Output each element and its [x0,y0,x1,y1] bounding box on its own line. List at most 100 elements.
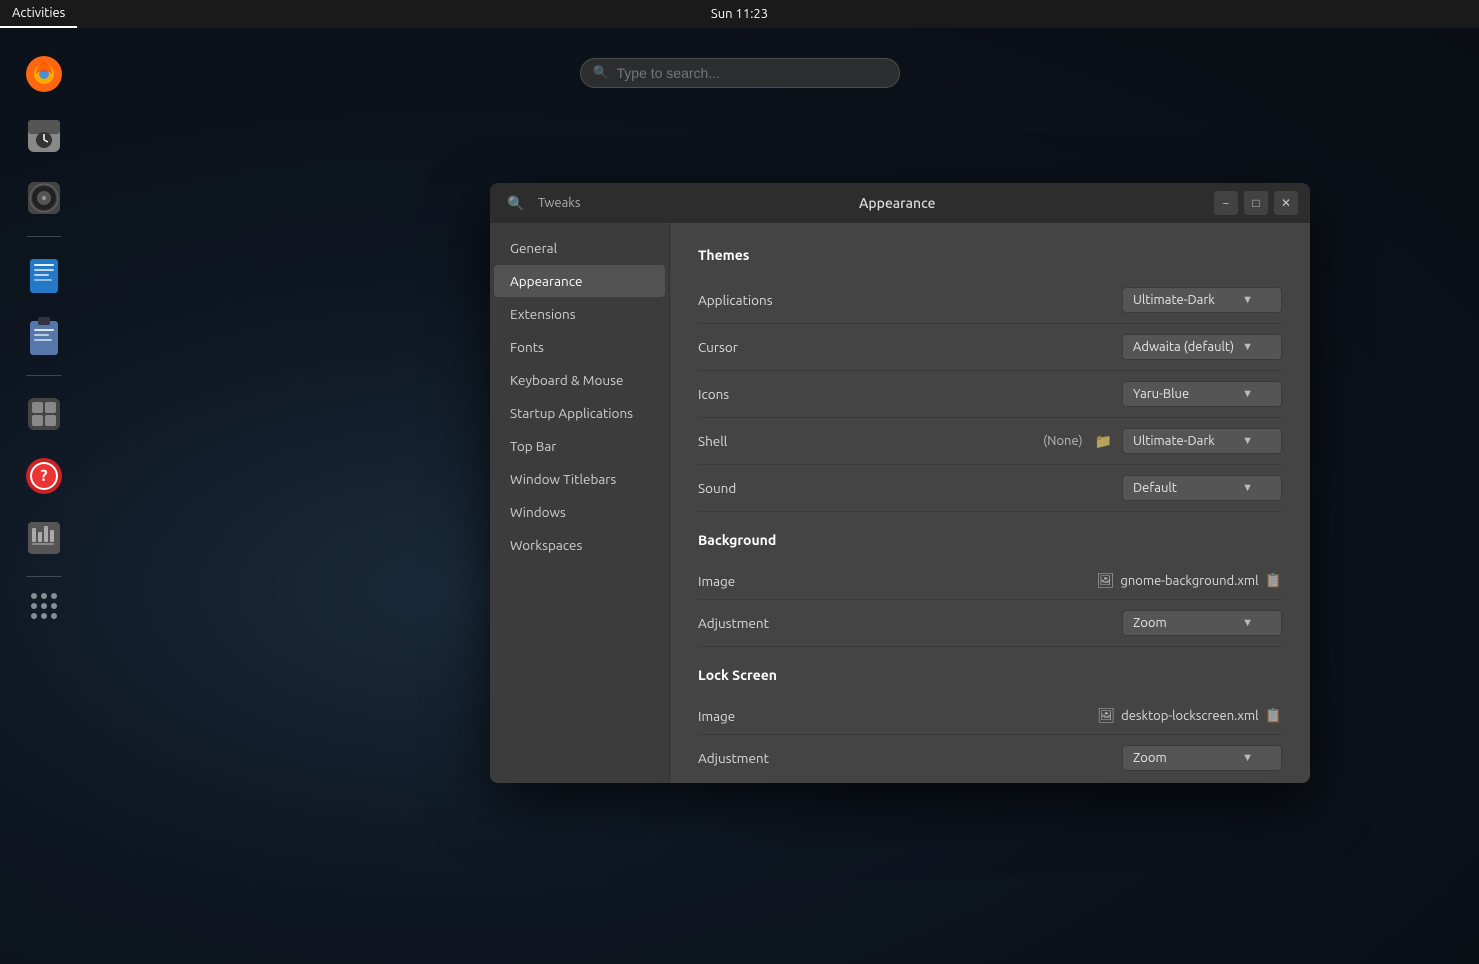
applications-dropdown-arrow: ▼ [1242,294,1253,306]
ls-adjustment-label: Adjustment [698,750,1122,766]
sound-label: Sound [698,480,1122,496]
themes-section-title: Themes [698,247,1282,263]
ls-adjustment-row: Adjustment Zoom ▼ [698,735,1282,781]
applications-value: Ultimate-Dark ▼ [1122,287,1282,313]
icons-row: Icons Yaru-Blue ▼ [698,371,1282,418]
dock-item-clock[interactable] [18,110,70,162]
bg-image-value: 🖼 gnome-background.xml 📋 [1097,572,1282,589]
ls-image-copy-icon[interactable]: 📋 [1265,707,1282,724]
sidebar-item-workspaces[interactable]: Workspaces [494,529,665,561]
ls-image-label: Image [698,708,1097,724]
shell-dropdown-arrow: ▼ [1242,435,1253,447]
icons-dropdown[interactable]: Yaru-Blue ▼ [1122,381,1282,407]
bg-image-file-icon: 🖼 [1097,572,1115,589]
applications-dropdown[interactable]: Ultimate-Dark ▼ [1122,287,1282,313]
cursor-dropdown-arrow: ▼ [1242,341,1253,353]
cursor-dropdown[interactable]: Adwaita (default) ▼ [1122,334,1282,360]
dock-item-tools[interactable] [18,512,70,564]
search-input[interactable] [617,65,883,81]
dock-item-help[interactable]: ? [18,450,70,502]
shell-value: (None) 📁 Ultimate-Dark ▼ [1043,428,1282,454]
applications-row: Applications Ultimate-Dark ▼ [698,277,1282,324]
applications-label: Applications [698,292,1122,308]
dock-item-writer[interactable] [18,249,70,301]
dock-separator-2 [26,375,62,376]
search-icon: 🔍 [593,66,609,81]
bg-image-label: Image [698,573,1097,589]
search-bar[interactable]: 🔍 [580,58,900,88]
lock-screen-section-title: Lock Screen [698,667,1282,683]
sidebar-item-general[interactable]: General [494,232,665,264]
shell-none-label: (None) [1043,434,1082,448]
cursor-value: Adwaita (default) ▼ [1122,334,1282,360]
sound-value: Default ▼ [1122,475,1282,501]
top-bar: Activities Sun 11:23 [0,0,1479,28]
icons-label: Icons [698,386,1122,402]
sound-dropdown-arrow: ▼ [1242,482,1253,494]
bg-adjustment-dropdown[interactable]: Zoom ▼ [1122,610,1282,636]
minimize-button[interactable]: − [1214,191,1238,215]
bg-adjustment-dropdown-arrow: ▼ [1242,617,1253,629]
sound-dropdown-value: Default [1133,481,1177,495]
apps-grid[interactable] [31,593,57,619]
sidebar-item-windows[interactable]: Windows [494,496,665,528]
sidebar-item-extensions[interactable]: Extensions [494,298,665,330]
ls-adjustment-dropdown-value: Zoom [1133,751,1167,765]
window-app-name: Tweaks [538,196,580,210]
cursor-row: Cursor Adwaita (default) ▼ [698,324,1282,371]
background-section-title: Background [698,532,1282,548]
bg-adjustment-label: Adjustment [698,615,1122,631]
sidebar-item-top-bar[interactable]: Top Bar [494,430,665,462]
sidebar-item-keyboard-mouse[interactable]: Keyboard & Mouse [494,364,665,396]
sidebar: General Appearance Extensions Fonts Keyb… [490,223,670,783]
cursor-label: Cursor [698,339,1122,355]
window-search-button[interactable]: 🔍 [502,189,530,217]
window-title: Appearance [580,195,1214,211]
icons-dropdown-value: Yaru-Blue [1133,387,1189,401]
ls-adjustment-dropdown-arrow: ▼ [1242,752,1253,764]
search-container: 🔍 [580,58,900,88]
sidebar-item-fonts[interactable]: Fonts [494,331,665,363]
sound-row: Sound Default ▼ [698,465,1282,512]
ls-adjustment-value: Zoom ▼ [1122,745,1282,771]
sound-dropdown[interactable]: Default ▼ [1122,475,1282,501]
bg-adjustment-value: Zoom ▼ [1122,610,1282,636]
icons-dropdown-arrow: ▼ [1242,388,1253,400]
shell-label: Shell [698,433,1043,449]
svg-text:?: ? [40,467,47,485]
dock-separator-3 [26,576,62,577]
bg-adjustment-row: Adjustment Zoom ▼ [698,600,1282,647]
sidebar-item-appearance[interactable]: Appearance [494,265,665,297]
window-titlebar: 🔍 Tweaks Appearance − □ ✕ [490,183,1310,223]
maximize-button[interactable]: □ [1244,191,1268,215]
dock-separator [26,236,62,237]
dock-item-software[interactable] [18,388,70,440]
ls-image-file-icon: 🖼 [1097,707,1115,724]
shell-folder-icon[interactable]: 📁 [1095,433,1112,450]
ls-image-row: Image 🖼 desktop-lockscreen.xml 📋 [698,697,1282,735]
ls-adjustment-dropdown[interactable]: Zoom ▼ [1122,745,1282,771]
dock-item-firefox[interactable] [18,48,70,100]
shell-dropdown-value: Ultimate-Dark [1133,434,1215,448]
cursor-dropdown-value: Adwaita (default) [1133,340,1234,354]
shell-dropdown[interactable]: Ultimate-Dark ▼ [1122,428,1282,454]
activities-button[interactable]: Activities [0,0,77,28]
clock-display: Sun 11:23 [711,7,768,21]
ls-image-filename: desktop-lockscreen.xml [1121,709,1258,723]
sidebar-item-startup-applications[interactable]: Startup Applications [494,397,665,429]
shell-row: Shell (None) 📁 Ultimate-Dark ▼ [698,418,1282,465]
bg-image-filename: gnome-background.xml [1120,574,1258,588]
dock: ? [0,28,88,944]
bg-image-copy-icon[interactable]: 📋 [1265,572,1282,589]
window-controls: − □ ✕ [1214,191,1298,215]
applications-dropdown-value: Ultimate-Dark [1133,293,1215,307]
ls-image-value: 🖼 desktop-lockscreen.xml 📋 [1097,707,1282,724]
dock-item-audio[interactable] [18,172,70,224]
content-area: Themes Applications Ultimate-Dark ▼ Curs… [670,223,1310,783]
dock-item-notes[interactable] [18,311,70,363]
bg-image-row: Image 🖼 gnome-background.xml 📋 [698,562,1282,600]
close-button[interactable]: ✕ [1274,191,1298,215]
sidebar-item-window-titlebars[interactable]: Window Titlebars [494,463,665,495]
icons-value: Yaru-Blue ▼ [1122,381,1282,407]
tweaks-window: 🔍 Tweaks Appearance − □ ✕ General Appear… [490,183,1310,783]
